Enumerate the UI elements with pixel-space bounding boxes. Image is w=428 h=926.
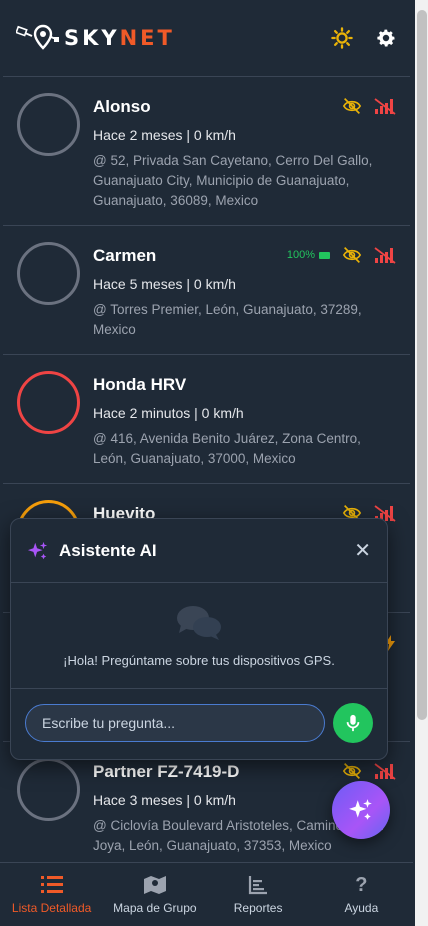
ai-assistant-button[interactable]: [332, 781, 390, 839]
no-signal-icon: [374, 247, 396, 264]
nav-label: Mapa de Grupo: [113, 900, 197, 915]
battery-indicator: 100%: [287, 249, 330, 261]
scrollbar-thumb[interactable]: [417, 10, 427, 720]
map-icon: [143, 875, 166, 894]
settings-gear-icon[interactable]: [375, 27, 397, 49]
device-status: Hace 2 meses | 0 km/h: [93, 127, 236, 143]
scrollbar-track[interactable]: [415, 0, 428, 926]
chart-icon: [249, 875, 268, 894]
device-status: Hace 2 minutos | 0 km/h: [93, 405, 244, 421]
nav-item-ayuda[interactable]: ? Ayuda: [310, 863, 413, 926]
ai-panel-title: Asistente AI: [59, 540, 157, 560]
gps-off-icon: [342, 763, 362, 779]
nav-item-mapa-de-grupo[interactable]: Mapa de Grupo: [103, 863, 206, 926]
brand-name: SKYNET: [64, 26, 175, 50]
sparkles-icon: [349, 799, 372, 820]
device-status-ring: [17, 242, 80, 305]
ai-panel-header: Asistente AI ✕: [11, 519, 387, 583]
skynet-logo: SKYNET: [16, 23, 175, 53]
battery-icon: [319, 251, 330, 259]
ai-greeting: ¡Hola! Pregúntame sobre tus dispositivos…: [63, 653, 335, 668]
nav-label: Lista Detallada: [11, 900, 92, 915]
device-address: @ Torres Premier, León, Guanajuato, 3728…: [93, 302, 362, 337]
device-name: Honda HRV: [93, 375, 187, 394]
list-icon: [40, 875, 63, 893]
app-frame: SKYNET Alonso Hace 2 meses | 0 km/h @ 52…: [0, 0, 413, 926]
app-header: SKYNET: [0, 0, 413, 76]
nav-item-lista-detallada[interactable]: Lista Detallada: [0, 863, 103, 926]
close-icon[interactable]: ✕: [354, 538, 371, 563]
no-signal-icon: [374, 763, 396, 780]
device-status: Hace 5 meses | 0 km/h: [93, 276, 236, 292]
no-signal-icon: [374, 98, 396, 115]
device-card[interactable]: Honda HRV Hace 2 minutos | 0 km/h @ 416,…: [3, 355, 410, 484]
nav-label: Reportes: [233, 900, 283, 915]
device-status-ring: [17, 371, 80, 434]
device-address: @ 52, Privada San Cayetano, Cerro Del Ga…: [93, 153, 373, 208]
device-card[interactable]: Alonso Hace 2 meses | 0 km/h @ 52, Priva…: [3, 77, 410, 226]
nav-label: Ayuda: [344, 900, 379, 915]
device-status-ring: [17, 93, 80, 156]
sparkles-icon: [27, 541, 48, 559]
gps-off-icon: [342, 98, 362, 114]
bottom-nav: Lista Detallada Mapa de Grupo Reportes ?…: [0, 862, 413, 926]
question-icon: ?: [355, 873, 368, 896]
satellite-pin-icon: [16, 24, 59, 50]
ai-input-row: [11, 689, 387, 757]
device-status-ring: [17, 758, 80, 821]
chat-bubbles-icon: [177, 606, 221, 640]
nav-item-reportes[interactable]: Reportes: [207, 863, 310, 926]
device-card[interactable]: 100% Carmen Hace 5 meses | 0 km/h @ Torr…: [3, 226, 410, 355]
ai-assistant-panel: Asistente AI ✕ ¡Hola! Pregúntame sobre t…: [10, 518, 388, 760]
ai-chat-area: ¡Hola! Pregúntame sobre tus dispositivos…: [11, 583, 387, 689]
microphone-icon: [346, 714, 360, 732]
microphone-button[interactable]: [333, 703, 373, 743]
device-address: @ 416, Avenida Benito Juárez, Zona Centr…: [93, 431, 361, 466]
theme-sun-icon[interactable]: [331, 27, 353, 49]
question-input[interactable]: [25, 704, 325, 742]
gps-off-icon: [342, 247, 362, 263]
